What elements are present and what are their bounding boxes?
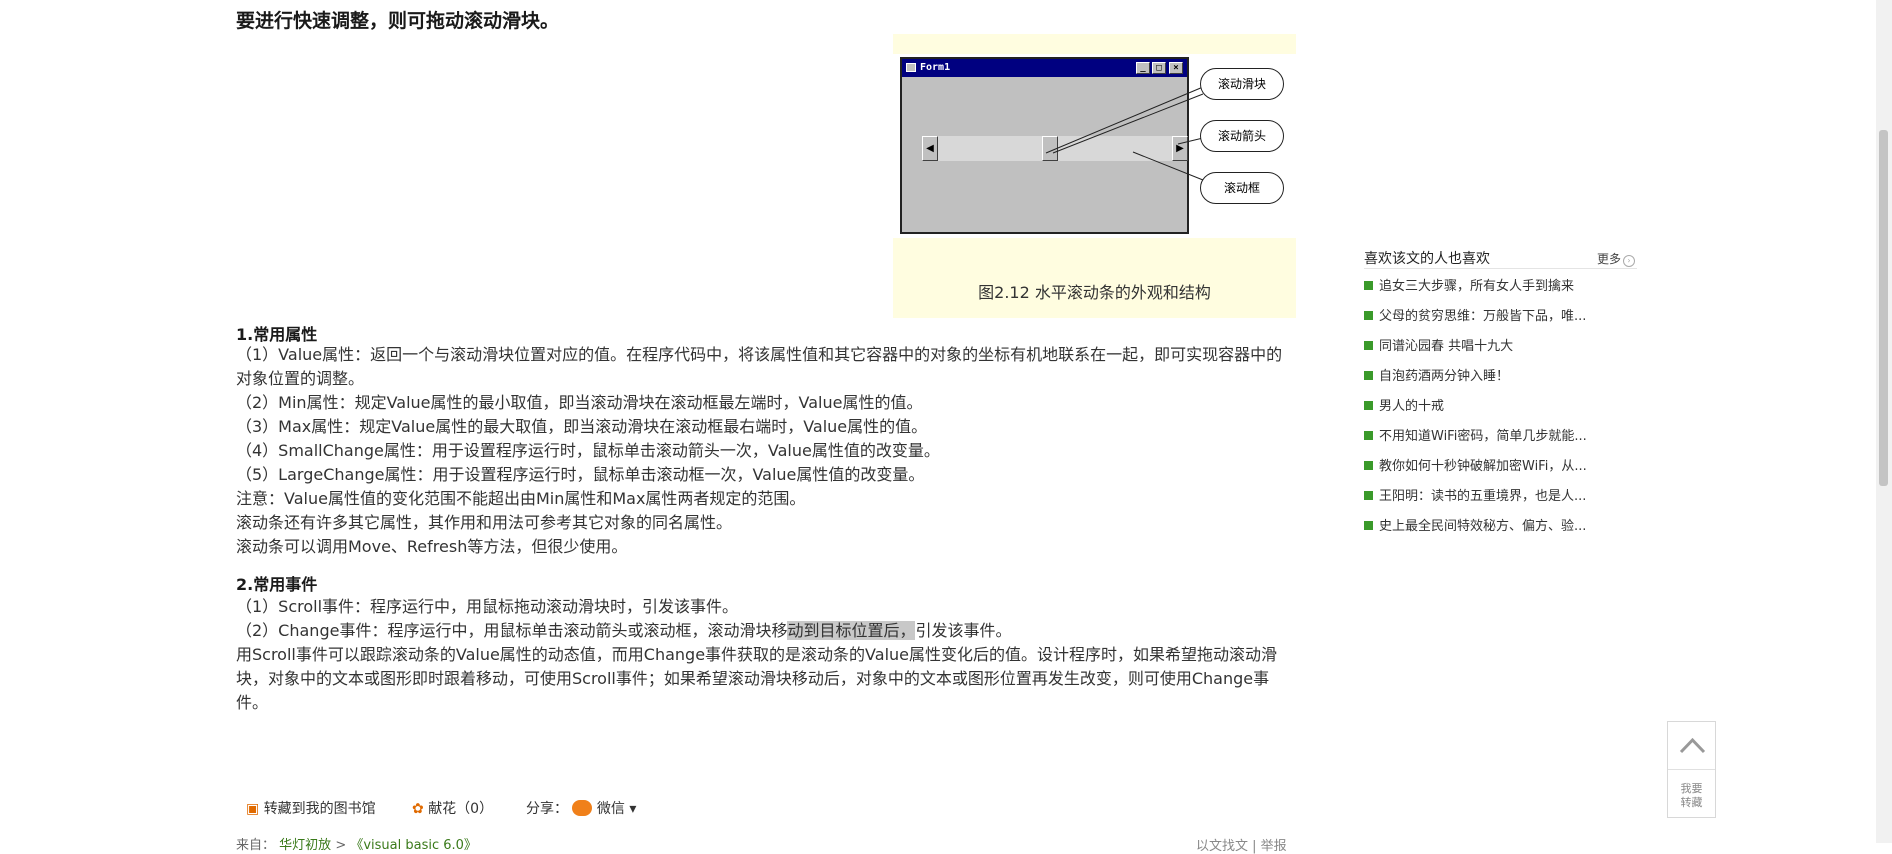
callout-arrow: 滚动箭头: [1200, 120, 1284, 152]
sidebar-more-link[interactable]: 更多 ›: [1597, 250, 1636, 267]
sidebar-item[interactable]: 自泡药酒两分钟入睡！: [1364, 362, 1654, 392]
save-to-library-button[interactable]: ▣ 转藏到我的图书馆: [246, 798, 376, 818]
section-title-properties: 1.常用属性: [236, 325, 318, 344]
property-max-desc: （3）Max属性：规定Value属性的最大取值，即当滚动滑块在滚动框最右端时，V…: [236, 417, 928, 436]
sidebar-item-label: 同谱沁园春 共唱十九大: [1379, 339, 1514, 354]
widget-divider: [1668, 769, 1715, 770]
sidebar-item[interactable]: 追女三大步骤，所有女人手到擒来: [1364, 272, 1654, 302]
send-flower-button[interactable]: ✿ 献花（0）: [412, 798, 493, 818]
wechat-label: 微信: [596, 801, 625, 817]
note-methods: 滚动条可以调用Move、Refresh等方法，但很少使用。: [236, 537, 628, 556]
sidebar-item-label: 男人的十戒: [1379, 399, 1445, 414]
property-value-desc: （1）Value属性：返回一个与滚动滑块位置对应的值。在程序代码中，将该属性值和…: [236, 345, 1283, 388]
wechat-icon: [572, 800, 593, 816]
sidebar-divider: [1364, 268, 1637, 269]
leader-line-thumb-2: [1052, 93, 1204, 154]
back-to-top-widget[interactable]: 我要 转藏: [1667, 721, 1716, 818]
chevron-down-icon: ▾: [629, 801, 637, 817]
sidebar-heading: 喜欢该文的人也喜欢: [1364, 251, 1490, 267]
sidebar-list: 追女三大步骤，所有女人手到擒来 父母的贫穷思维：万般皆下品，唯... 同谱沁园春…: [1364, 272, 1654, 542]
callout-thumb: 滚动滑块: [1200, 68, 1284, 100]
sidebar-item[interactable]: 史上最全民间特效秘方、偏方、验...: [1364, 512, 1654, 542]
sidebar-item[interactable]: 不用知道WiFi密码，简单几步就能...: [1364, 422, 1654, 452]
breadcrumb: 来自： 华灯初放 > 《visual basic 6.0》: [236, 834, 477, 853]
breadcrumb-separator: >: [335, 838, 351, 853]
event-change-desc: （2）Change事件：程序运行中，用鼠标单击滚动箭头或滚动框，滚动滑块移动到目…: [236, 619, 1298, 643]
bullet-icon: [1364, 461, 1373, 470]
event-change-text-b: 引发该事件。: [915, 621, 1012, 640]
sidebar-more-label: 更多: [1597, 252, 1622, 266]
property-min-desc: （2）Min属性：规定Value属性的最小取值，即当滚动滑块在滚动框最左端时，V…: [236, 393, 923, 412]
leader-line-track: [1132, 151, 1204, 181]
quick-save-line2: 转藏: [1680, 796, 1703, 809]
events-summary-paragraph: 用Scroll事件可以跟踪滚动条的Value属性的动态值，而用Change事件获…: [236, 645, 1277, 712]
share-group: 分享： 微信 ▾: [526, 798, 636, 818]
bullet-icon: [1364, 401, 1373, 410]
property-smallchange-desc: （4）SmallChange属性：用于设置程序运行时，鼠标单击滚动箭头一次，Va…: [236, 441, 940, 460]
share-label: 分享：: [526, 801, 568, 817]
event-scroll-desc: （1）Scroll事件：程序运行中，用鼠标拖动滚动滑块时，引发该事件。: [236, 597, 739, 616]
chevron-up-icon: [1679, 737, 1706, 754]
library-icon: ▣: [246, 801, 260, 817]
sidebar-item[interactable]: 教你如何十秒钟破解加密WiFi，从...: [1364, 452, 1654, 482]
bullet-icon: [1364, 491, 1373, 500]
sidebar-item[interactable]: 父母的贫穷思维：万般皆下品，唯...: [1364, 302, 1654, 332]
send-flower-label: 献花（0）: [428, 801, 494, 817]
sidebar-item-label: 追女三大步骤，所有女人手到擒来: [1379, 279, 1575, 294]
sidebar-item[interactable]: 男人的十戒: [1364, 392, 1654, 422]
sidebar-item-label: 父母的贫穷思维：万般皆下品，唯...: [1379, 309, 1587, 324]
bullet-icon: [1364, 281, 1373, 290]
event-change-text-a: （2）Change事件：程序运行中，用鼠标单击滚动箭头或滚动框，滚动滑块移: [236, 621, 788, 640]
sidebar-item[interactable]: 王阳明：读书的五重境界，也是人...: [1364, 482, 1654, 512]
sidebar-item[interactable]: 同谱沁园春 共唱十九大: [1364, 332, 1654, 362]
bullet-icon: [1364, 521, 1373, 530]
note-other-properties: 滚动条还有许多其它属性，其作用和用法可参考其它对象的同名属性。: [236, 513, 733, 532]
sidebar-item-label: 自泡药酒两分钟入睡！: [1379, 369, 1510, 384]
sidebar-item-label: 史上最全民间特效秘方、偏方、验...: [1379, 519, 1587, 534]
bullet-icon: [1364, 341, 1373, 350]
wechat-share-button[interactable]: 微信 ▾: [572, 800, 637, 817]
property-largechange-desc: （5）LargeChange属性：用于设置程序运行时，鼠标单击滚动框一次，Val…: [236, 465, 925, 484]
sidebar-item-label: 不用知道WiFi密码，简单几步就能...: [1379, 429, 1587, 444]
save-to-library-label: 转藏到我的图书馆: [263, 801, 376, 817]
section-title-events: 2.常用事件: [236, 575, 318, 594]
more-arrow-icon: ›: [1623, 255, 1636, 267]
sidebar-item-label: 教你如何十秒钟破解加密WiFi，从...: [1379, 459, 1587, 474]
quick-save-button[interactable]: 我要 转藏: [1668, 782, 1715, 810]
breadcrumb-source-link[interactable]: 华灯初放: [279, 838, 331, 853]
bullet-icon: [1364, 431, 1373, 440]
bullet-icon: [1364, 311, 1373, 320]
quick-save-line1: 我要: [1680, 782, 1703, 795]
flower-icon: ✿: [412, 801, 424, 817]
figure-caption: 图2.12 水平滚动条的外观和结构: [978, 283, 1211, 302]
selected-text-highlight: 动到目标位置后，: [787, 621, 916, 640]
note-range: 注意：Value属性值的变化范围不能超出由Min属性和Max属性两者规定的范围。: [236, 489, 806, 508]
sidebar-item-label: 王阳明：读书的五重境界，也是人...: [1379, 489, 1587, 504]
find-and-report-links[interactable]: 以文找文 | 举报: [1196, 835, 1287, 854]
page-scrollbar-thumb[interactable]: [1879, 130, 1888, 486]
breadcrumb-category-link[interactable]: 《visual basic 6.0》: [350, 838, 477, 853]
bullet-icon: [1364, 371, 1373, 380]
leader-line-arrow: [1177, 137, 1204, 145]
breadcrumb-prefix: 来自：: [236, 838, 276, 853]
article-intro-line: 要进行快速调整，则可拖动滚动滑块。: [236, 10, 560, 32]
callout-track: 滚动框: [1200, 172, 1284, 204]
leader-line-thumb: [1045, 86, 1204, 154]
